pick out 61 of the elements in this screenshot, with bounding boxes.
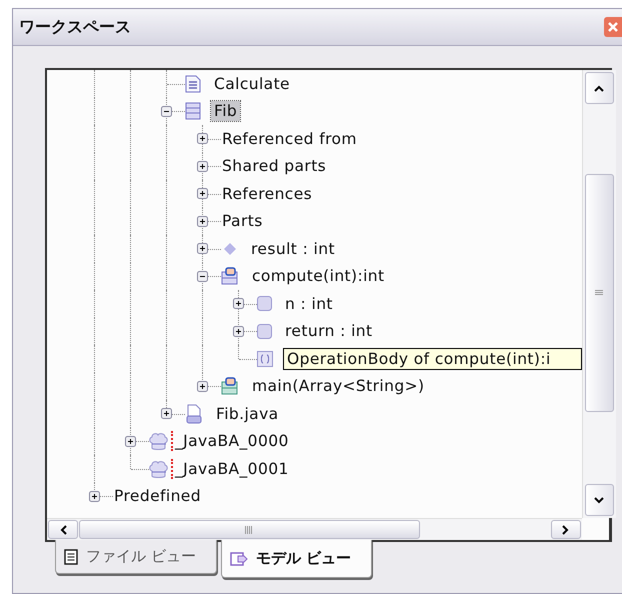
caret-icon [594,496,604,504]
file-icon [185,404,203,424]
expand-toggle[interactable] [197,380,208,392]
expand-toggle[interactable] [197,188,208,200]
collapse-toggle[interactable] [161,106,172,117]
scroll-thumb[interactable] [79,520,420,539]
square-icon [257,324,272,339]
tree-item[interactable]: compute(int):int [249,266,388,286]
caret-icon [60,524,66,534]
block-icon [221,377,239,396]
expand-toggle[interactable] [233,298,244,310]
tree-item[interactable]: main(Array<String>) [249,376,428,396]
window-title: ワークスペース [19,16,131,38]
document-icon [64,548,78,564]
view-tab[interactable]: ファイル ビュー [55,540,217,574]
tree-item[interactable]: Fib.java [213,404,282,424]
expand-toggle[interactable] [197,216,208,227]
tree-item[interactable]: OperationBody of compute(int):i [283,348,582,370]
close-button[interactable] [604,17,622,37]
caret-icon [562,524,570,534]
tree-item[interactable]: Calculate [211,74,293,94]
expand-toggle[interactable] [161,408,172,420]
scroll-right-button[interactable] [550,520,581,539]
expand-toggle[interactable] [197,133,208,144]
tree-item[interactable]: References [219,184,316,204]
document-icon [185,74,201,93]
grip-icon [595,290,604,296]
expand-toggle[interactable] [233,326,244,337]
horizontal-scrollbar[interactable] [47,518,582,540]
expand-toggle[interactable] [125,436,136,447]
diamond-icon [224,242,236,255]
view-tab[interactable]: モデル ビュー [220,540,372,578]
scroll-thumb[interactable] [584,174,614,412]
tree-item[interactable]: Shared parts [219,156,330,176]
tree-item[interactable]: _JavaBA_0001 [171,458,292,479]
braces-icon [257,350,273,367]
expand-toggle[interactable] [89,490,100,502]
tree-item[interactable]: result : int [248,238,338,259]
expand-toggle[interactable] [197,243,208,254]
table-icon [185,102,201,120]
scroll-up-button[interactable] [584,72,614,104]
square-icon [257,296,272,312]
tree-item[interactable]: n : int [282,294,336,314]
caret-icon [594,84,604,92]
scroll-down-button[interactable] [584,484,614,516]
block-icon [221,267,239,286]
cloud-icon [149,431,169,452]
scroll-left-button[interactable] [48,520,78,539]
grip-icon [245,526,254,534]
tree-item[interactable]: _JavaBA_0000 [171,431,292,452]
close-icon [607,21,619,33]
collapse-toggle[interactable] [197,270,208,282]
cloud-icon [149,458,169,479]
vertical-scrollbar[interactable] [582,70,616,518]
tree-item[interactable]: Referenced from [219,128,360,149]
model-icon [230,550,248,566]
tree-item[interactable]: return : int [282,321,376,342]
expand-toggle[interactable] [197,160,208,172]
tree-item[interactable]: Fib [211,101,240,122]
tree-item[interactable]: Parts [219,211,266,232]
tree-item[interactable]: Predefined [111,486,204,506]
